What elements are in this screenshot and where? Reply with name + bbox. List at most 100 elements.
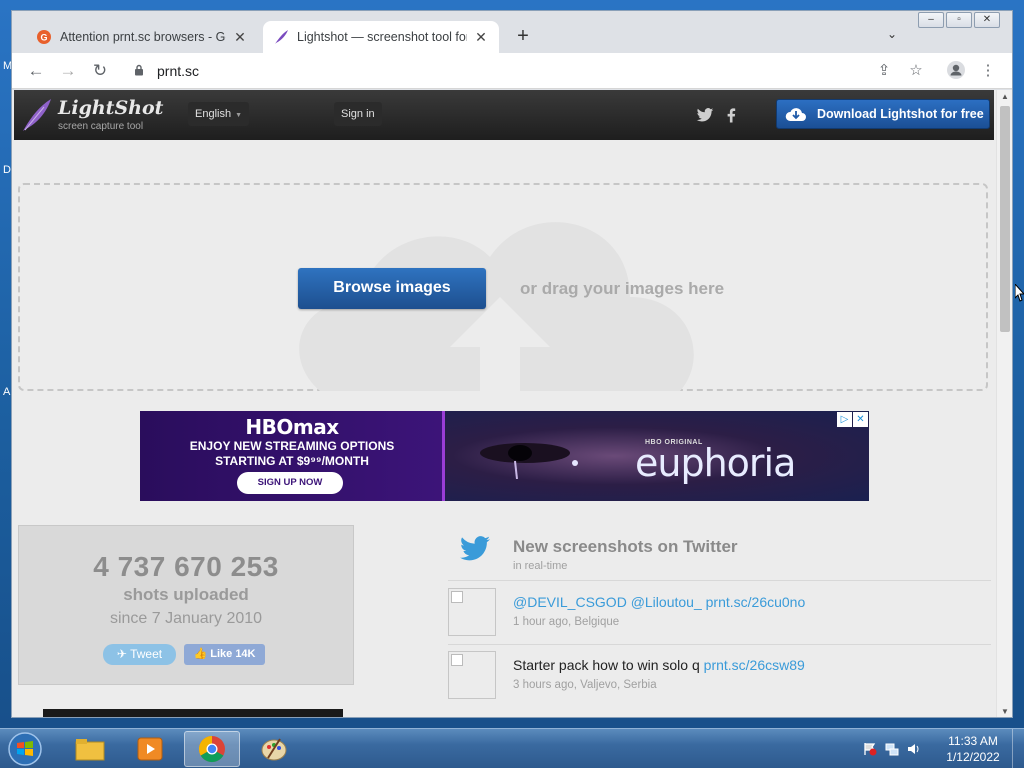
tweet-mentions[interactable]: @DEVIL_CSGOD @Liloutou_ (513, 594, 706, 610)
ad-show-title: euphoria (635, 441, 796, 485)
svg-text:G: G (40, 33, 47, 43)
tweet-link[interactable]: prnt.sc/26cu0no (706, 594, 806, 610)
scroll-down-arrow-icon[interactable]: ▼ (997, 705, 1012, 717)
lightshot-logo[interactable]: LightShot screen capture tool (20, 95, 164, 135)
feed-title: New screenshots on Twitter (513, 537, 738, 556)
drag-hint: or drag your images here (520, 279, 725, 298)
ad-close-icon[interactable]: ✕ (853, 412, 868, 427)
twitter-bird-icon (460, 536, 490, 561)
scrollbar-thumb[interactable] (1000, 106, 1010, 332)
tweet-label: Tweet (130, 647, 163, 661)
minimize-button[interactable]: – (918, 12, 944, 28)
network-icon[interactable] (884, 741, 900, 757)
forward-arrow-icon[interactable]: → (58, 61, 78, 81)
tweet-link[interactable]: prnt.sc/26csw89 (704, 657, 805, 673)
taskbar-media-player[interactable] (122, 731, 178, 767)
favicon-icon: G (36, 29, 52, 45)
since-date: since 7 January 2010 (109, 610, 263, 627)
sign-in-button[interactable]: Sign in (334, 102, 382, 126)
download-button[interactable]: Download Lightshot for free (776, 99, 990, 129)
taskbar-chrome[interactable] (184, 731, 240, 767)
taskbar-paint[interactable] (246, 731, 302, 767)
browser-window: G Attention prnt.sc browsers - Gen ✕ Lig… (11, 10, 1013, 718)
paint-icon (261, 738, 287, 761)
feather-logo-icon (23, 99, 51, 131)
upload-dropzone[interactable]: Browse images or drag your images here (18, 183, 988, 391)
new-tab-button[interactable]: + (512, 25, 534, 47)
maximize-button[interactable]: ▫ (946, 12, 972, 28)
tweet-meta: 1 hour ago, Belgique (513, 616, 620, 628)
ad-line-1: ENJOY NEW STREAMING OPTIONS (189, 439, 395, 453)
tab-attention[interactable]: G Attention prnt.sc browsers - Gen ✕ (26, 21, 258, 53)
taskbar: 11:33 AM 1/12/2022 (0, 728, 1024, 768)
tab-close-icon[interactable]: ✕ (232, 29, 248, 45)
folder-icon (75, 739, 105, 761)
ad-sign-up-button[interactable]: SIGN UP NOW (237, 472, 343, 494)
windows-start-icon (8, 732, 42, 766)
tweet-text[interactable]: Starter pack how to win solo q prnt.sc/2… (513, 657, 805, 673)
lock-icon (135, 64, 143, 76)
ad-info-icon[interactable]: ▷ (837, 412, 852, 427)
ad-eye-image (480, 443, 578, 479)
thumbs-up-icon: 👍 (193, 648, 208, 660)
logo-tagline: screen capture tool (58, 121, 144, 132)
facebook-like-button[interactable]: 👍 Like 14K (184, 644, 265, 665)
ad-banner[interactable]: HBOmax ENJOY NEW STREAMING OPTIONS START… (140, 411, 869, 501)
logo-name: LightShot (58, 97, 164, 119)
start-button[interactable] (3, 730, 47, 768)
feed-divider (448, 580, 991, 581)
feed-divider (448, 644, 991, 645)
tweet-body: Starter pack how to win solo q (513, 657, 704, 673)
ad-choices[interactable]: ▷ ✕ (836, 412, 868, 427)
ad-brand: HBOmax (245, 415, 339, 439)
tab-search-chevron-icon[interactable]: ⌄ (887, 27, 897, 41)
desktop-icon-label[interactable]: A (3, 386, 10, 398)
browser-toolbar: ← → ↻ prnt.sc ⇪ ☆ ⋮ (12, 53, 1012, 89)
browse-images-button[interactable]: Browse images (298, 268, 486, 309)
reload-icon[interactable]: ↻ (90, 61, 110, 81)
clock-date: 1/12/2022 (946, 750, 1000, 764)
clock[interactable]: 11:33 AM 1/12/2022 (940, 733, 1006, 765)
tab-lightshot[interactable]: Lightshot — screenshot tool for M ✕ (263, 21, 499, 53)
tab-strip: G Attention prnt.sc browsers - Gen ✕ Lig… (12, 11, 1012, 53)
bookmark-star-icon[interactable]: ☆ (906, 61, 926, 81)
feed-subtitle: in real-time (513, 560, 568, 572)
tab-close-icon[interactable]: ✕ (473, 29, 489, 45)
address-bar[interactable]: prnt.sc (126, 57, 1002, 85)
language-label: English (195, 108, 232, 120)
shots-label: shots uploaded (123, 585, 249, 604)
window-controls: – ▫ ✕ (916, 12, 1000, 28)
action-center-flag-icon[interactable] (862, 741, 878, 757)
url-text: prnt.sc (157, 63, 200, 79)
share-icon[interactable]: ⇪ (874, 61, 894, 81)
profile-icon[interactable] (946, 61, 966, 81)
taskbar-explorer[interactable] (62, 731, 118, 767)
feather-favicon-icon (273, 29, 289, 45)
show-desktop-button[interactable] (1012, 729, 1024, 768)
tweet-bird-icon: ✈ (116, 647, 127, 661)
twitter-feed: New screenshots on Twitter in real-time … (448, 525, 991, 717)
vertical-scrollbar[interactable]: ▲ ▼ (996, 90, 1012, 717)
tweet-item[interactable]: @DEVIL_CSGOD @Liloutou_ prnt.sc/26cu0no … (448, 588, 991, 644)
twitter-icon[interactable] (696, 106, 714, 124)
tweet-thumbnail[interactable] (448, 651, 496, 699)
like-label: Like 14K (210, 648, 256, 660)
tweet-text[interactable]: @DEVIL_CSGOD @Liloutou_ prnt.sc/26cu0no (513, 594, 805, 610)
desktop-icon-label[interactable]: D (3, 164, 11, 176)
volume-icon[interactable] (906, 741, 922, 757)
caret-down-icon: ▼ (235, 112, 243, 119)
tab-title: Lightshot — screenshot tool for M (297, 30, 467, 44)
scroll-up-arrow-icon[interactable]: ▲ (997, 90, 1012, 104)
download-cloud-icon (785, 108, 806, 121)
tweet-button[interactable]: ✈ Tweet (103, 644, 176, 665)
shots-count: 4 737 670 253 (93, 551, 279, 582)
lightshot-header: LightShot screen capture tool English ▼ S… (14, 90, 994, 140)
tweet-item[interactable]: Starter pack how to win solo q prnt.sc/2… (448, 651, 991, 707)
tweet-thumbnail[interactable] (448, 588, 496, 636)
menu-dots-icon[interactable]: ⋮ (978, 61, 998, 81)
back-arrow-icon[interactable]: ← (26, 61, 46, 81)
facebook-icon[interactable] (722, 106, 740, 124)
close-window-button[interactable]: ✕ (974, 12, 1000, 28)
language-selector[interactable]: English ▼ (188, 102, 250, 126)
mouse-cursor-icon (1015, 284, 1024, 302)
